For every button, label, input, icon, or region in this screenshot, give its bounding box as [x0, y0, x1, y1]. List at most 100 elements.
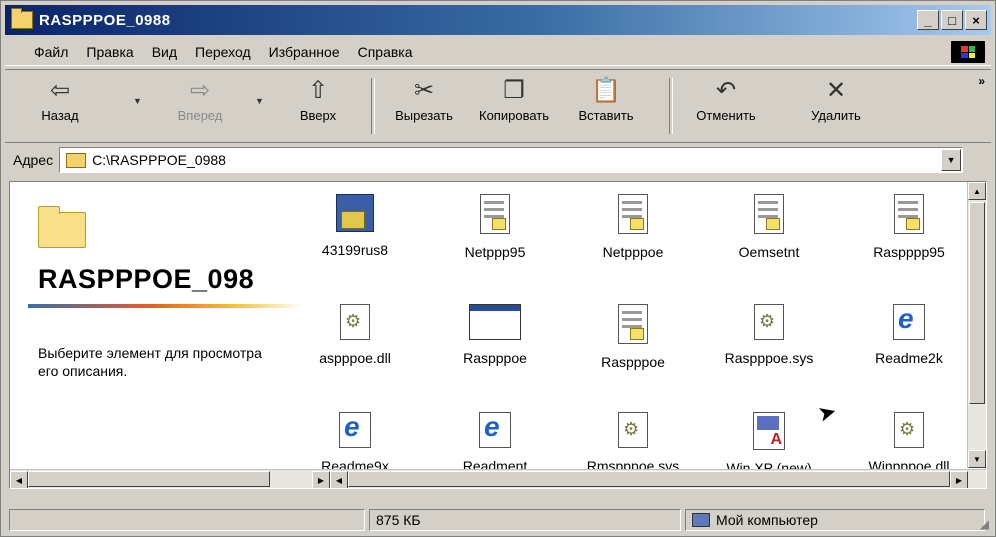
window-controls: _ □ ×	[917, 10, 987, 30]
resize-grip-icon[interactable]: ◢	[980, 517, 989, 531]
undo-button[interactable]: ↶ Отменить	[681, 76, 771, 136]
inf-file-icon	[894, 194, 924, 234]
file-item[interactable]: Oemsetnt	[714, 194, 824, 260]
document-icon	[753, 412, 785, 450]
file-name: aspppoe.dll	[319, 350, 391, 366]
system-file-icon	[894, 412, 924, 448]
file-item[interactable]: Raspppoe	[578, 304, 688, 370]
menu-favorites[interactable]: Избранное	[260, 44, 349, 60]
windows-logo-icon	[951, 41, 985, 63]
vertical-scrollbar[interactable]: ▲ ▼	[967, 182, 986, 468]
html-document-icon	[893, 303, 925, 340]
file-name: Raspppoe	[463, 350, 527, 366]
file-name: Readme2k	[875, 350, 943, 366]
file-name: Netppp95	[464, 244, 526, 260]
large-folder-icon	[38, 206, 86, 248]
scroll-right-button[interactable]: ▶	[312, 471, 330, 488]
system-file-icon	[754, 304, 784, 340]
close-button[interactable]: ×	[965, 10, 987, 30]
folder-title: RASPPPOE_098	[38, 264, 255, 294]
copy-icon: ❐	[503, 77, 525, 104]
forward-label: Вперед	[177, 108, 223, 123]
forward-dropdown-icon[interactable]: ▼	[255, 96, 264, 106]
file-item[interactable]: 43199rus8	[300, 194, 410, 258]
paste-icon: 📋	[591, 77, 621, 104]
cut-button[interactable]: ✂ Вырезать	[379, 76, 469, 136]
file-item[interactable]: Netppp95	[440, 194, 550, 260]
copy-button[interactable]: ❐ Копировать	[469, 76, 559, 136]
delete-label: Удалить	[811, 108, 861, 123]
standard-toolbar: ⇦ Назад ▼ ⇨ Вперед ▼ ⇧ Вверх ✂ Вырезать …	[5, 69, 991, 143]
file-name: 43199rus8	[321, 242, 389, 258]
folder-view: RASPPPOE_098 Выберите элемент для просмо…	[9, 181, 987, 489]
html-document-icon	[339, 411, 371, 448]
file-item[interactable]: Raspppoe.sys	[714, 304, 824, 366]
file-item[interactable]: Netpppoe	[578, 194, 688, 260]
horizontal-scrollbar[interactable]: ◀ ▶	[330, 469, 986, 488]
file-item[interactable]: Readme2k	[854, 303, 964, 366]
file-item[interactable]: Readment	[440, 411, 550, 474]
file-name: Netpppoe	[602, 244, 664, 260]
inf-file-icon	[618, 304, 648, 344]
back-button[interactable]: ⇦ Назад	[15, 76, 105, 136]
copy-label: Копировать	[479, 108, 549, 123]
up-label: Вверх	[299, 108, 337, 123]
menu-help[interactable]: Справка	[349, 44, 422, 60]
file-item[interactable]: Readme9x	[300, 411, 410, 474]
folder-description: Выберите элемент для просмотра его описа…	[38, 345, 262, 379]
left-pane-horizontal-scrollbar[interactable]: ◀ ▶	[10, 469, 330, 488]
file-item[interactable]: Winpppoe.dll	[854, 412, 964, 474]
up-button[interactable]: ⇧ Вверх	[273, 76, 363, 136]
file-item[interactable]: Rmspppoe.sys	[578, 412, 688, 474]
delete-x-icon: ✕	[825, 77, 847, 104]
minimize-button[interactable]: _	[917, 10, 939, 30]
scroll-left-button[interactable]: ◀	[330, 471, 348, 488]
menu-view[interactable]: Вид	[143, 44, 186, 60]
back-label: Назад	[41, 108, 79, 123]
address-input[interactable]: C:\RASPPPOE_0988 ▼	[59, 147, 964, 173]
title-divider	[28, 304, 302, 308]
scissors-icon: ✂	[413, 77, 435, 104]
setup-icon	[336, 194, 374, 232]
status-size: 875 КБ	[369, 509, 681, 531]
system-file-icon	[618, 412, 648, 448]
address-label: Адрес	[13, 152, 54, 168]
file-name: Raspppoe.sys	[724, 350, 814, 366]
explorer-window: RASPPPOE_0988 _ □ × Файл Правка Вид Пере…	[0, 0, 996, 537]
system-file-icon	[340, 304, 370, 340]
forward-button[interactable]: ⇨ Вперед	[155, 76, 245, 136]
vertical-scroll-thumb[interactable]	[969, 202, 985, 404]
left-scroll-thumb[interactable]	[28, 471, 270, 487]
file-item[interactable]: aspppoe.dll	[300, 304, 410, 366]
status-location: Мой компьютер	[716, 512, 818, 528]
scroll-down-button[interactable]: ▼	[968, 450, 986, 468]
application-icon	[469, 304, 521, 340]
file-name: Oemsetnt	[738, 244, 800, 260]
paste-button[interactable]: 📋 Вставить	[561, 76, 651, 136]
menu-bar: Файл Правка Вид Переход Избранное Справк…	[5, 39, 991, 66]
toolbar-separator	[669, 78, 673, 134]
window-title: RASPPPOE_0988	[39, 11, 171, 29]
file-item[interactable]: Win XP (new)	[714, 412, 824, 476]
back-dropdown-icon[interactable]: ▼	[133, 96, 142, 106]
file-item[interactable]: Raspppp95	[854, 194, 964, 260]
toolbar-more-chevron[interactable]: »	[978, 74, 985, 88]
maximize-button[interactable]: □	[941, 10, 963, 30]
address-dropdown-button[interactable]: ▼	[941, 149, 962, 171]
scroll-up-button[interactable]: ▲	[968, 182, 986, 200]
back-arrow-icon: ⇦	[49, 77, 71, 104]
status-bar: 875 КБ Мой компьютер ◢	[5, 507, 991, 533]
horizontal-scroll-thumb[interactable]	[348, 471, 950, 487]
menu-go[interactable]: Переход	[186, 44, 260, 60]
inf-file-icon	[480, 194, 510, 234]
paste-label: Вставить	[578, 108, 634, 123]
scroll-right-button[interactable]: ▶	[950, 471, 968, 488]
forward-arrow-icon: ⇨	[189, 77, 211, 104]
title-bar[interactable]: RASPPPOE_0988 _ □ ×	[5, 5, 991, 35]
delete-button[interactable]: ✕ Удалить	[791, 76, 881, 136]
menu-file[interactable]: Файл	[25, 44, 77, 60]
menu-edit[interactable]: Правка	[77, 44, 142, 60]
file-item[interactable]: Raspppoe	[440, 304, 550, 366]
address-path[interactable]: C:\RASPPPOE_0988	[92, 152, 226, 168]
scroll-left-button[interactable]: ◀	[10, 471, 28, 488]
